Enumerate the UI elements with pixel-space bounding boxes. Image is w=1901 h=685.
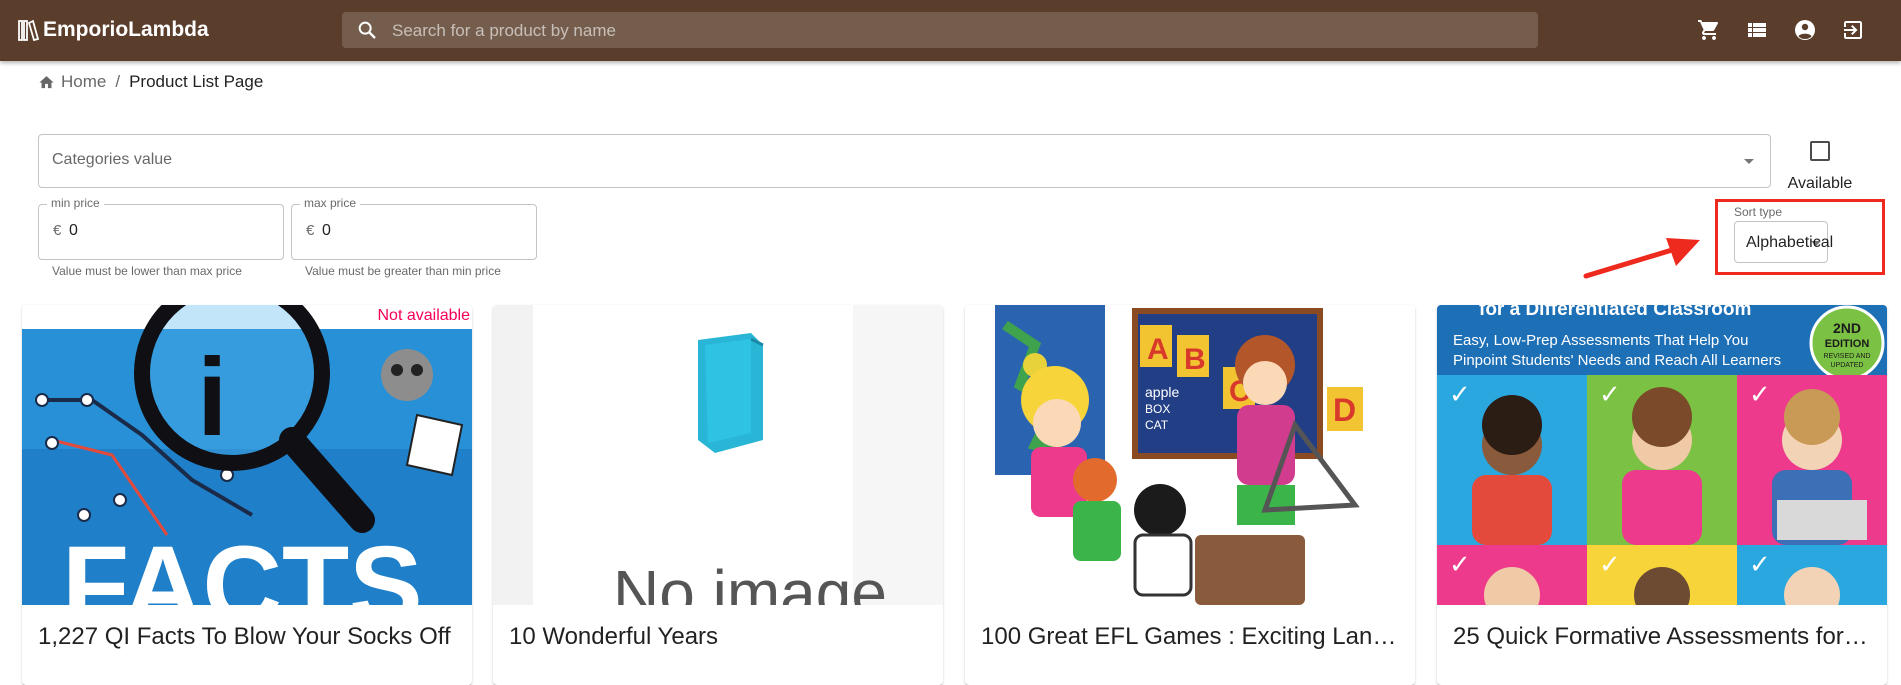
library-books-icon bbox=[18, 19, 40, 42]
available-filter: Available bbox=[1782, 133, 1858, 193]
product-title: 10 Wonderful Years bbox=[509, 623, 719, 650]
categories-select[interactable]: Categories value bbox=[38, 134, 1771, 188]
breadcrumb-separator: / bbox=[115, 72, 121, 91]
edition-badge-text: EDITION bbox=[1825, 338, 1870, 350]
account-button[interactable] bbox=[1792, 17, 1818, 43]
dropdown-arrow-icon bbox=[1744, 159, 1754, 164]
cover-header: for a Differentiated Classroom bbox=[1479, 305, 1751, 320]
list-icon bbox=[1748, 23, 1766, 37]
logout-button[interactable] bbox=[1840, 17, 1866, 43]
euro-symbol: € bbox=[53, 222, 62, 239]
edition-badge-text: 2ND bbox=[1833, 320, 1861, 336]
product-card[interactable]: No image 10 Wonderful Years bbox=[493, 305, 943, 685]
product-title: 25 Quick Formative Assessments for a Dif… bbox=[1453, 623, 1873, 650]
app-bar-actions bbox=[1696, 17, 1888, 43]
cover-subtitle: Easy, Low-Prep Assessments That Help You bbox=[1453, 332, 1748, 349]
min-price-field[interactable]: min price € 0 bbox=[38, 196, 284, 260]
cover-letter: D bbox=[1333, 392, 1356, 428]
max-price-input[interactable]: 0 bbox=[322, 222, 522, 240]
not-available-badge: Not available bbox=[377, 307, 471, 324]
no-image-text: No image bbox=[613, 557, 887, 605]
min-price-label: min price bbox=[47, 196, 104, 210]
product-image: No image bbox=[493, 305, 943, 605]
board-text: BOX bbox=[1145, 402, 1170, 416]
product-image: i FACTS bbox=[22, 305, 472, 605]
account-icon bbox=[1795, 20, 1815, 40]
board-text: apple bbox=[1145, 384, 1179, 400]
cart-icon bbox=[1698, 20, 1719, 40]
svg-text:✓: ✓ bbox=[1449, 550, 1471, 580]
annotation-arrow-icon bbox=[1583, 238, 1700, 279]
svg-text:✓: ✓ bbox=[1449, 380, 1471, 410]
cover-subtitle: Pinpoint Students' Needs and Reach All L… bbox=[1453, 352, 1781, 369]
svg-text:i: i bbox=[197, 336, 228, 459]
svg-text:✓: ✓ bbox=[1749, 550, 1771, 580]
breadcrumb-home[interactable]: Home bbox=[38, 72, 106, 92]
product-image: A B C D apple BOX CAT bbox=[965, 305, 1415, 605]
max-price-label: max price bbox=[300, 196, 361, 210]
euro-symbol: € bbox=[306, 222, 315, 239]
svg-text:✓: ✓ bbox=[1749, 380, 1771, 410]
categories-label: Categories value bbox=[52, 151, 173, 168]
edition-badge-text: REVISED AND bbox=[1823, 353, 1870, 360]
cover-letter: B bbox=[1184, 343, 1206, 376]
search-icon bbox=[358, 21, 376, 39]
cover-letter: A bbox=[1147, 333, 1169, 366]
svg-text:✓: ✓ bbox=[1599, 550, 1621, 580]
annotation-highlight-box bbox=[1715, 199, 1885, 275]
product-image: for a Differentiated Classroom Easy, Low… bbox=[1437, 305, 1887, 605]
product-card[interactable]: A B C D apple BOX CAT 100 Great EFL Game… bbox=[965, 305, 1415, 685]
breadcrumb-current: Product List Page bbox=[129, 72, 264, 91]
logout-icon bbox=[1844, 21, 1862, 39]
board-text: CAT bbox=[1145, 418, 1169, 432]
min-price-input[interactable]: 0 bbox=[69, 222, 269, 240]
max-price-field[interactable]: max price € 0 bbox=[291, 196, 537, 260]
breadcrumb: Home / Product List Page bbox=[38, 72, 263, 92]
svg-text:✓: ✓ bbox=[1599, 380, 1621, 410]
product-card[interactable]: i FACTS Not available 1,227 QI Facts To … bbox=[22, 305, 472, 685]
available-label: Available bbox=[1787, 175, 1853, 192]
min-price-helper: Value must be lower than max price bbox=[52, 264, 242, 278]
breadcrumb-home-label: Home bbox=[61, 72, 107, 91]
edition-badge-text: UPDATED bbox=[1831, 362, 1864, 369]
product-title: 100 Great EFL Games : Exciting Language … bbox=[981, 623, 1401, 650]
app-bar: EmporioLambda bbox=[0, 0, 1901, 61]
home-icon bbox=[39, 75, 54, 88]
search-input[interactable] bbox=[390, 12, 1494, 50]
product-card[interactable]: for a Differentiated Classroom Easy, Low… bbox=[1437, 305, 1887, 685]
orders-button[interactable] bbox=[1744, 17, 1770, 43]
cover-text: FACTS bbox=[62, 524, 423, 605]
available-checkbox[interactable] bbox=[1810, 141, 1830, 161]
max-price-helper: Value must be greater than min price bbox=[305, 264, 501, 278]
brand-name: EmporioLambda bbox=[43, 18, 209, 41]
product-title: 1,227 QI Facts To Blow Your Socks Off bbox=[38, 623, 451, 650]
search-bar[interactable] bbox=[342, 12, 1538, 50]
cart-button[interactable] bbox=[1696, 17, 1722, 43]
brand[interactable]: EmporioLambda bbox=[18, 14, 209, 46]
